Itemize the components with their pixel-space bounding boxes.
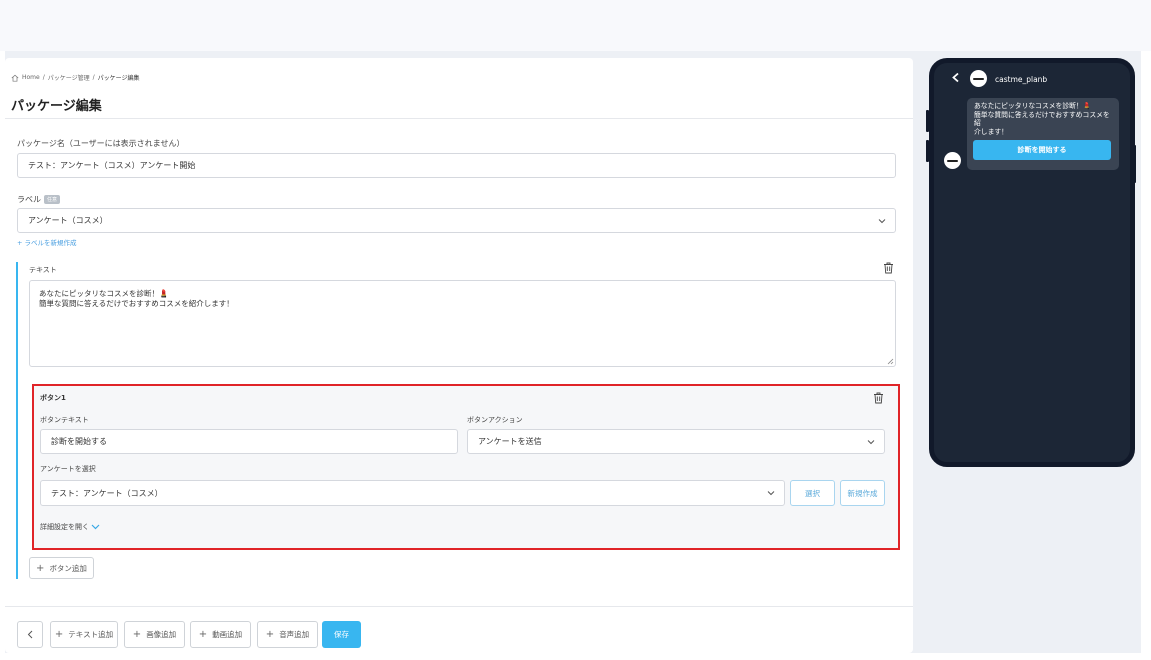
footer-divider <box>5 606 913 607</box>
breadcrumb-separator: / <box>92 74 95 81</box>
button-action-value: アンケートを送信 <box>478 437 542 446</box>
add-audio-button[interactable]: + 音声追加 <box>257 621 318 648</box>
add-text-button[interactable]: + テキスト追加 <box>50 621 118 648</box>
page-title: パッケージ編集 <box>11 99 102 114</box>
phone-side-button <box>1133 145 1136 183</box>
preview-line-1: あなたにピッタリなコスメを診断！ <box>974 102 1083 110</box>
plus-icon: + <box>198 629 208 640</box>
optional-badge: 任意 <box>44 195 61 204</box>
add-text-label: テキスト追加 <box>68 630 114 639</box>
button-card-title: ボタン1 <box>40 394 66 402</box>
survey-select[interactable]: テスト：アンケート（コスメ） <box>40 480 785 506</box>
open-details-link[interactable]: 詳細設定を開く <box>40 522 100 532</box>
button-action-label: ボタンアクション <box>467 416 523 424</box>
add-button-button[interactable]: + ボタン追加 <box>29 557 94 579</box>
block-indicator <box>16 262 18 579</box>
survey-select-label: アンケートを選択 <box>40 465 96 473</box>
header-divider <box>5 118 913 119</box>
plus-icon: + <box>132 629 142 640</box>
button-text-label: ボタンテキスト <box>40 416 89 424</box>
plus-icon: + <box>265 629 275 640</box>
breadcrumb-separator: / <box>42 74 45 81</box>
button-text-input[interactable]: 診断を開始する <box>40 429 458 454</box>
label-field-text: ラベル <box>17 195 41 204</box>
package-name-label: パッケージ名（ユーザーには表示されません） <box>17 139 185 148</box>
text-line-1: あなたにピッタリなコスメを診断！ <box>39 289 159 298</box>
survey-select-value: テスト：アンケート（コスメ） <box>51 488 163 498</box>
button-text-value: 診断を開始する <box>51 437 107 446</box>
chevron-left-icon <box>27 630 33 639</box>
save-button[interactable]: 保存 <box>322 621 361 648</box>
plus-icon: + <box>54 629 64 640</box>
phone-side-button <box>926 110 929 132</box>
open-details-label: 詳細設定を開く <box>40 523 89 531</box>
package-name-input[interactable]: テスト：アンケート（コスメ）アンケート開始 <box>17 153 896 178</box>
home-icon[interactable] <box>11 74 19 82</box>
chevron-down-icon <box>867 439 875 444</box>
label-select-value: アンケート（コスメ） <box>28 216 108 225</box>
text-block-title: テキスト <box>29 266 57 274</box>
chevron-down-icon <box>767 491 775 496</box>
preview-line-3: 介します！ <box>974 127 1008 136</box>
select-survey-button[interactable]: 選択 <box>790 480 835 506</box>
breadcrumb-home[interactable]: Home <box>22 74 40 81</box>
back-button[interactable] <box>17 621 43 648</box>
chevron-left-icon[interactable] <box>951 72 961 83</box>
add-video-button[interactable]: + 動画追加 <box>190 621 251 648</box>
preview-account-name: castme_planb <box>995 75 1048 84</box>
add-audio-label: 音声追加 <box>279 630 310 639</box>
create-survey-button[interactable]: 新規作成 <box>840 480 885 506</box>
chevron-down-icon <box>878 218 886 223</box>
breadcrumb-package-list[interactable]: パッケージ管理 <box>48 73 90 82</box>
button-card <box>32 384 900 550</box>
trash-icon[interactable] <box>883 262 894 274</box>
create-label-link[interactable]: + ラベルを新規作成 <box>17 237 77 247</box>
label-select[interactable]: アンケート（コスメ） <box>17 208 896 233</box>
top-bar <box>0 0 1151 51</box>
plus-icon: + <box>36 562 45 574</box>
avatar <box>944 152 961 169</box>
preview-line-2: 簡単な質問に答えるだけでおすすめコスメを紹 <box>974 110 1110 128</box>
lipstick-emoji: 💄 <box>1082 102 1092 110</box>
add-image-button[interactable]: + 画像追加 <box>124 621 185 648</box>
breadcrumb: Home / パッケージ管理 / パッケージ編集 <box>11 73 140 82</box>
add-button-label: ボタン追加 <box>49 563 87 573</box>
label-field-label: ラベル 任意 <box>17 194 61 205</box>
text-block-textarea[interactable]: あなたにピッタリなコスメを診断！💄 簡単な質問に答えるだけでおすすめコスメを紹介… <box>29 280 896 367</box>
text-line-2: 簡単な質問に答えるだけでおすすめコスメを紹介します！ <box>39 299 234 308</box>
package-name-value: テスト：アンケート（コスメ）アンケート開始 <box>28 161 196 170</box>
preview-start-button[interactable]: 診断を開始する <box>973 140 1111 160</box>
chevron-down-icon <box>91 524 100 530</box>
avatar <box>970 70 987 87</box>
add-image-label: 画像追加 <box>146 630 177 639</box>
trash-icon[interactable] <box>873 392 884 404</box>
add-video-label: 動画追加 <box>212 630 243 639</box>
button-action-select[interactable]: アンケートを送信 <box>467 429 885 454</box>
breadcrumb-current: パッケージ編集 <box>97 75 140 82</box>
resize-handle-icon[interactable] <box>887 358 894 365</box>
phone-side-button <box>926 140 929 162</box>
lipstick-emoji: 💄 <box>159 289 169 298</box>
